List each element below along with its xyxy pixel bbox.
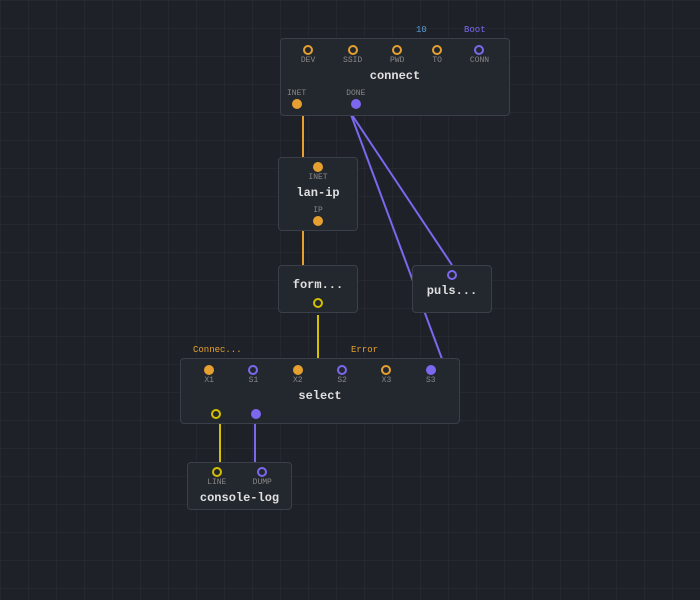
form-out-port[interactable] [313, 298, 323, 308]
connect-port-dev[interactable]: DEV [301, 45, 315, 65]
connect-port-pwd[interactable]: PWD [390, 45, 404, 65]
to-port[interactable] [432, 45, 442, 55]
ssid-port[interactable] [348, 45, 358, 55]
inet-out-port[interactable] [292, 99, 302, 109]
select-port-x3[interactable]: X3 [381, 365, 391, 385]
connect-port-done-out[interactable]: DONE [346, 89, 365, 109]
connect-node: 10 Boot DEV SSID PWD TO CONN connect INE… [280, 38, 510, 116]
dump-port[interactable] [257, 467, 267, 477]
lan-ip-output-ports: IP [279, 204, 357, 230]
select-title: select [181, 387, 459, 407]
x3-label: X3 [382, 376, 392, 385]
x2-port[interactable] [293, 365, 303, 375]
lan-ip-inet-label: INET [308, 173, 327, 182]
lan-ip-port-inet[interactable]: INET [308, 162, 327, 182]
console-log-port-line[interactable]: LINE [207, 467, 226, 487]
connect-input-ports: 10 Boot DEV SSID PWD TO CONN [281, 39, 509, 67]
dev-label: DEV [301, 56, 315, 65]
to-above-label: 10 [416, 25, 427, 35]
s2-label: S2 [337, 376, 347, 385]
pwd-port[interactable] [392, 45, 402, 55]
select-output-ports [181, 407, 459, 423]
to-label: TO [432, 56, 442, 65]
inet-out-label: INET [287, 89, 306, 98]
select-port-s2[interactable]: S2 [337, 365, 347, 385]
select-port-x2[interactable]: X2 [293, 365, 303, 385]
form-input-ports [279, 266, 357, 276]
line-port[interactable] [212, 467, 222, 477]
x2-label: X2 [293, 376, 303, 385]
form-port-out[interactable] [313, 298, 323, 308]
s2-port[interactable] [337, 365, 347, 375]
connect-port-inet-out[interactable]: INET [287, 89, 306, 109]
x1-port[interactable] [204, 365, 214, 375]
select-out-yellow[interactable] [211, 409, 221, 419]
connect-port-to[interactable]: TO [432, 45, 442, 65]
connect-output-ports: INET DONE [281, 87, 509, 115]
console-log-port-dump[interactable]: DUMP [253, 467, 272, 487]
s3-label: S3 [426, 376, 436, 385]
done-out-port[interactable] [351, 99, 361, 109]
lan-ip-input-ports: INET [279, 158, 357, 184]
ssid-label: SSID [343, 56, 362, 65]
puls-node: puls... [412, 265, 492, 313]
lan-ip-title: lan-ip [279, 184, 357, 204]
console-log-node: LINE DUMP console-log [187, 462, 292, 510]
ip-out-port[interactable] [313, 216, 323, 226]
form-node: form... [278, 265, 358, 313]
select-purple-out-port[interactable] [251, 409, 261, 419]
puls-port-in[interactable] [447, 270, 457, 280]
lan-ip-inet-port[interactable] [313, 162, 323, 172]
done-out-label: DONE [346, 89, 365, 98]
connec-above-label: Connec... [193, 345, 242, 355]
s1-label: S1 [249, 376, 259, 385]
s1-port[interactable] [248, 365, 258, 375]
conn-label: CONN [470, 56, 489, 65]
puls-title: puls... [413, 282, 491, 302]
puls-in-port[interactable] [447, 270, 457, 280]
lan-ip-node: INET lan-ip IP [278, 157, 358, 231]
connect-port-ssid[interactable]: SSID [343, 45, 362, 65]
select-node: Connec... Error X1 S1 X2 S2 X3 S3 select [180, 358, 460, 424]
select-input-ports: Connec... Error X1 S1 X2 S2 X3 S3 [181, 359, 459, 387]
x3-port[interactable] [381, 365, 391, 375]
ip-out-label: IP [313, 206, 323, 215]
select-out-purple[interactable] [251, 409, 261, 419]
line-label: LINE [207, 478, 226, 487]
dev-port[interactable] [303, 45, 313, 55]
puls-output-ports [413, 302, 491, 312]
form-output-ports [279, 296, 357, 312]
select-yellow-out-port[interactable] [211, 409, 221, 419]
error-above-label: Error [351, 345, 378, 355]
lan-ip-port-ip[interactable]: IP [313, 206, 323, 226]
select-port-s1[interactable]: S1 [248, 365, 258, 385]
dump-label: DUMP [253, 478, 272, 487]
select-port-s3[interactable]: S3 [426, 365, 436, 385]
conn-port[interactable] [474, 45, 484, 55]
s3-port[interactable] [426, 365, 436, 375]
connect-port-conn[interactable]: CONN [470, 45, 489, 65]
pwd-label: PWD [390, 56, 404, 65]
console-log-title: console-log [188, 489, 291, 509]
select-port-x1[interactable]: X1 [204, 365, 214, 385]
form-title: form... [279, 276, 357, 296]
boot-label: Boot [464, 25, 486, 35]
x1-label: X1 [204, 376, 214, 385]
connect-title: connect [281, 67, 509, 87]
puls-input-ports [413, 266, 491, 282]
console-log-input-ports: LINE DUMP [188, 463, 291, 489]
